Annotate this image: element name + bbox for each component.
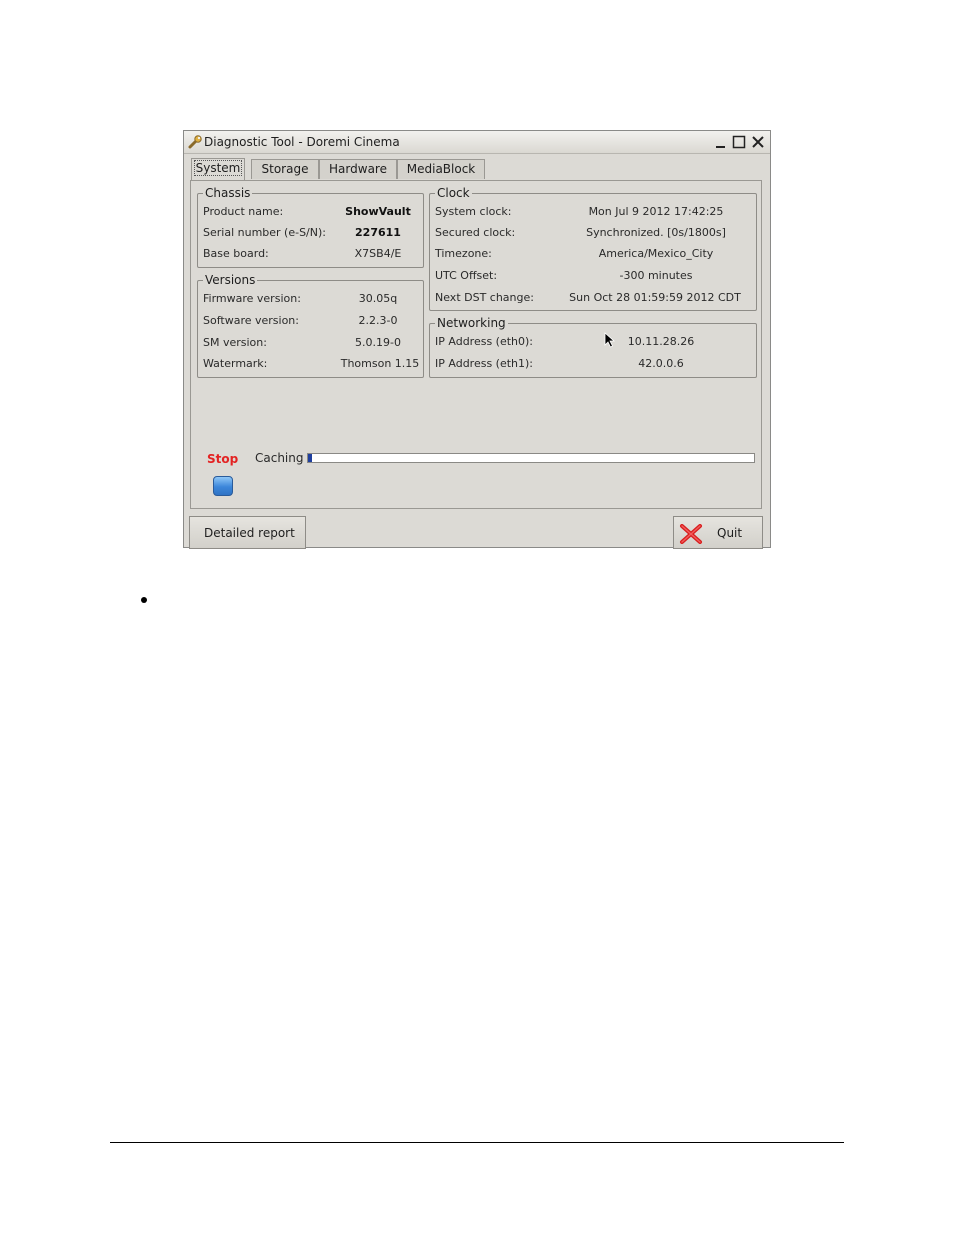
utc-offset-row: UTC Offset: -300 minutes bbox=[430, 268, 756, 284]
firmware-version-label: Firmware version: bbox=[203, 292, 301, 305]
system-clock-row: System clock: Mon Jul 9 2012 17:42:25 bbox=[430, 204, 756, 220]
software-version-label: Software version: bbox=[203, 314, 299, 327]
quit-label: Quit bbox=[717, 526, 743, 540]
secured-clock-value: Synchronized. [0s/1800s] bbox=[586, 226, 726, 239]
base-board-row: Base board: X7SB4/E bbox=[198, 246, 423, 262]
system-clock-label: System clock: bbox=[435, 205, 512, 218]
product-name-label: Product name: bbox=[203, 205, 284, 218]
product-name-value: ShowVault bbox=[345, 205, 411, 218]
ip-eth0-label: IP Address (eth0): bbox=[435, 335, 534, 348]
footer-rule bbox=[110, 1142, 844, 1143]
watermark-value: Thomson 1.15 bbox=[340, 357, 420, 370]
detailed-report-label: Detailed report bbox=[204, 526, 295, 540]
mouse-pointer-icon bbox=[604, 332, 616, 348]
secured-clock-row: Secured clock: Synchronized. [0s/1800s] bbox=[430, 225, 756, 241]
networking-group: Networking IP Address (eth0): 10.11.28.2… bbox=[429, 315, 757, 378]
secured-clock-label: Secured clock: bbox=[435, 226, 516, 239]
watermark-row: Watermark: Thomson 1.15 bbox=[198, 356, 423, 372]
system-clock-value: Mon Jul 9 2012 17:42:25 bbox=[588, 205, 724, 218]
caching-progress-bar bbox=[307, 453, 755, 463]
serial-number-label: Serial number (e-S/N): bbox=[203, 226, 326, 239]
quit-button[interactable]: Quit bbox=[673, 516, 763, 549]
ip-eth0-row: IP Address (eth0): 10.11.28.26 bbox=[430, 334, 756, 350]
caching-label: Caching bbox=[255, 451, 304, 465]
clock-group: Clock System clock: Mon Jul 9 2012 17:42… bbox=[429, 185, 757, 311]
firmware-version-row: Firmware version: 30.05q bbox=[198, 291, 423, 307]
tab-system[interactable]: System bbox=[191, 158, 245, 181]
detailed-report-button[interactable]: Detailed report bbox=[189, 516, 306, 549]
ip-eth1-label: IP Address (eth1): bbox=[435, 357, 534, 370]
software-version-value: 2.2.3-0 bbox=[358, 314, 398, 327]
maximize-icon[interactable] bbox=[731, 133, 747, 151]
utc-offset-value: -300 minutes bbox=[619, 269, 693, 282]
versions-group: Versions Firmware version: 30.05q Softwa… bbox=[197, 272, 424, 378]
window-title: Diagnostic Tool - Doremi Cinema bbox=[204, 135, 400, 149]
watermark-label: Watermark: bbox=[203, 357, 268, 370]
base-board-label: Base board: bbox=[203, 247, 269, 260]
next-dst-change-row: Next DST change: Sun Oct 28 01:59:59 201… bbox=[430, 290, 756, 306]
timezone-row: Timezone: America/Mexico_City bbox=[430, 246, 756, 262]
next-dst-change-label: Next DST change: bbox=[435, 291, 534, 304]
wrench-icon bbox=[188, 135, 202, 149]
ip-eth1-value: 42.0.0.6 bbox=[638, 357, 684, 370]
firmware-version-value: 30.05q bbox=[358, 292, 398, 305]
diagnostic-tool-window: Diagnostic Tool - Doremi Cinema System S… bbox=[183, 130, 771, 549]
tab-hardware[interactable]: Hardware bbox=[319, 159, 397, 179]
ip-eth1-row: IP Address (eth1): 42.0.0.6 bbox=[430, 356, 756, 372]
serial-number-row: Serial number (e-S/N): 227611 bbox=[198, 225, 423, 241]
timezone-label: Timezone: bbox=[435, 247, 492, 260]
title-bar[interactable]: Diagnostic Tool - Doremi Cinema bbox=[184, 131, 770, 154]
stop-label: Stop bbox=[207, 452, 239, 466]
versions-title: Versions bbox=[203, 272, 258, 288]
sm-version-value: 5.0.19-0 bbox=[355, 336, 401, 349]
chassis-title: Chassis bbox=[203, 185, 253, 201]
tab-storage[interactable]: Storage bbox=[251, 159, 319, 179]
next-dst-change-value: Sun Oct 28 01:59:59 2012 CDT bbox=[569, 291, 741, 304]
serial-number-value: 227611 bbox=[355, 226, 401, 239]
tab-mediablock[interactable]: MediaBlock bbox=[397, 159, 485, 179]
sm-version-label: SM version: bbox=[203, 336, 267, 349]
networking-title: Networking bbox=[435, 315, 508, 331]
chassis-group: Chassis Product name: ShowVault Serial n… bbox=[197, 185, 424, 268]
close-icon[interactable] bbox=[750, 133, 766, 151]
ip-eth0-value: 10.11.28.26 bbox=[627, 335, 695, 348]
red-x-icon bbox=[680, 524, 702, 544]
software-version-row: Software version: 2.2.3-0 bbox=[198, 313, 423, 329]
stop-button-icon[interactable] bbox=[213, 476, 233, 496]
timezone-value: America/Mexico_City bbox=[598, 247, 714, 260]
utc-offset-label: UTC Offset: bbox=[435, 269, 498, 282]
bullet-point bbox=[141, 597, 147, 603]
base-board-value: X7SB4/E bbox=[354, 247, 402, 260]
sm-version-row: SM version: 5.0.19-0 bbox=[198, 335, 423, 351]
clock-title: Clock bbox=[435, 185, 472, 201]
product-name-row: Product name: ShowVault bbox=[198, 204, 423, 220]
minimize-icon[interactable] bbox=[713, 133, 729, 151]
caching-progress-fill bbox=[308, 454, 313, 462]
